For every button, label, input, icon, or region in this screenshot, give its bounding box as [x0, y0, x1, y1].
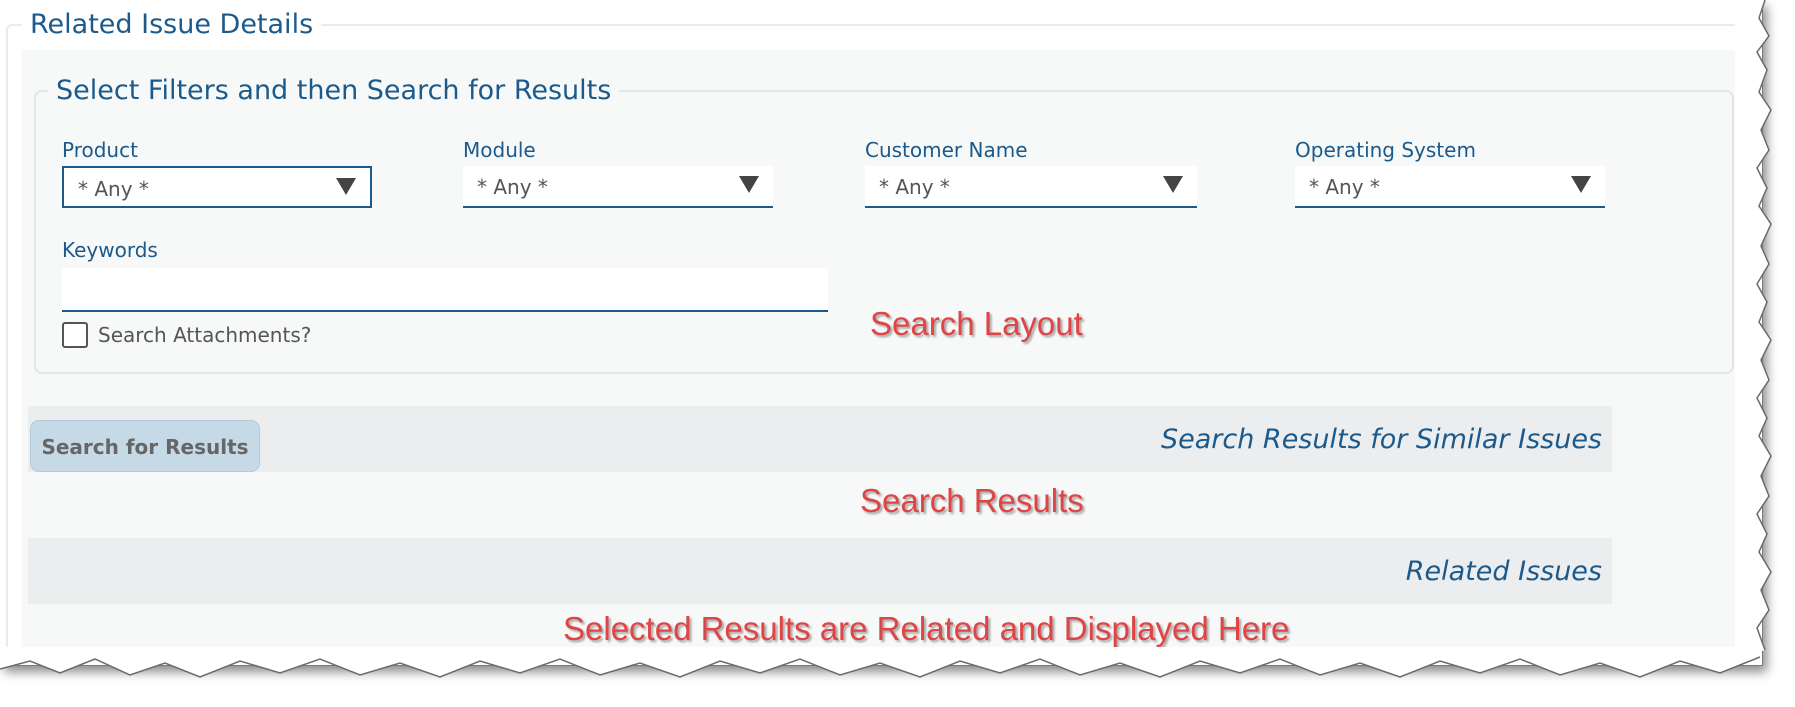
operating-system-label: Operating System: [1295, 138, 1476, 162]
customer-name-select-value: * Any *: [879, 175, 950, 199]
product-select[interactable]: * Any *: [62, 166, 372, 208]
module-label: Module: [463, 138, 536, 162]
torn-edge-right: [1735, 0, 1772, 660]
torn-edge-bottom: [0, 647, 1761, 678]
customer-name-label: Customer Name: [865, 138, 1028, 162]
product-label: Product: [62, 138, 138, 162]
dropdown-arrow-icon: [336, 178, 356, 195]
search-results-title: Search Results for Similar Issues: [1161, 424, 1602, 455]
selected-results-annotation: Selected Results are Related and Display…: [563, 610, 1290, 647]
search-attachments-label: Search Attachments?: [98, 323, 312, 347]
filters-legend: Select Filters and then Search for Resul…: [48, 74, 620, 108]
search-results-header: Search Results for Similar Issues: [28, 406, 1612, 472]
keywords-label: Keywords: [62, 238, 158, 262]
related-issues-header: Related Issues: [28, 538, 1612, 604]
keywords-input[interactable]: [62, 268, 828, 312]
operating-system-select[interactable]: * Any *: [1295, 166, 1605, 208]
screenshot-sheet: Related Issue Details Select Filters and…: [0, 0, 1763, 666]
product-select-value: * Any *: [78, 177, 149, 201]
search-layout-annotation: Search Layout: [870, 305, 1083, 342]
dropdown-arrow-icon: [1163, 176, 1183, 193]
search-for-results-button[interactable]: Search for Results: [30, 420, 260, 472]
section-title: Related Issue Details: [22, 8, 322, 42]
search-attachments-checkbox[interactable]: [62, 322, 88, 348]
customer-name-select[interactable]: * Any *: [865, 166, 1197, 208]
operating-system-select-value: * Any *: [1309, 175, 1380, 199]
related-issues-title: Related Issues: [1405, 556, 1602, 587]
module-select-value: * Any *: [477, 175, 548, 199]
dropdown-arrow-icon: [739, 176, 759, 193]
dropdown-arrow-icon: [1571, 176, 1591, 193]
search-results-annotation: Search Results: [860, 482, 1084, 519]
module-select[interactable]: * Any *: [463, 166, 773, 208]
